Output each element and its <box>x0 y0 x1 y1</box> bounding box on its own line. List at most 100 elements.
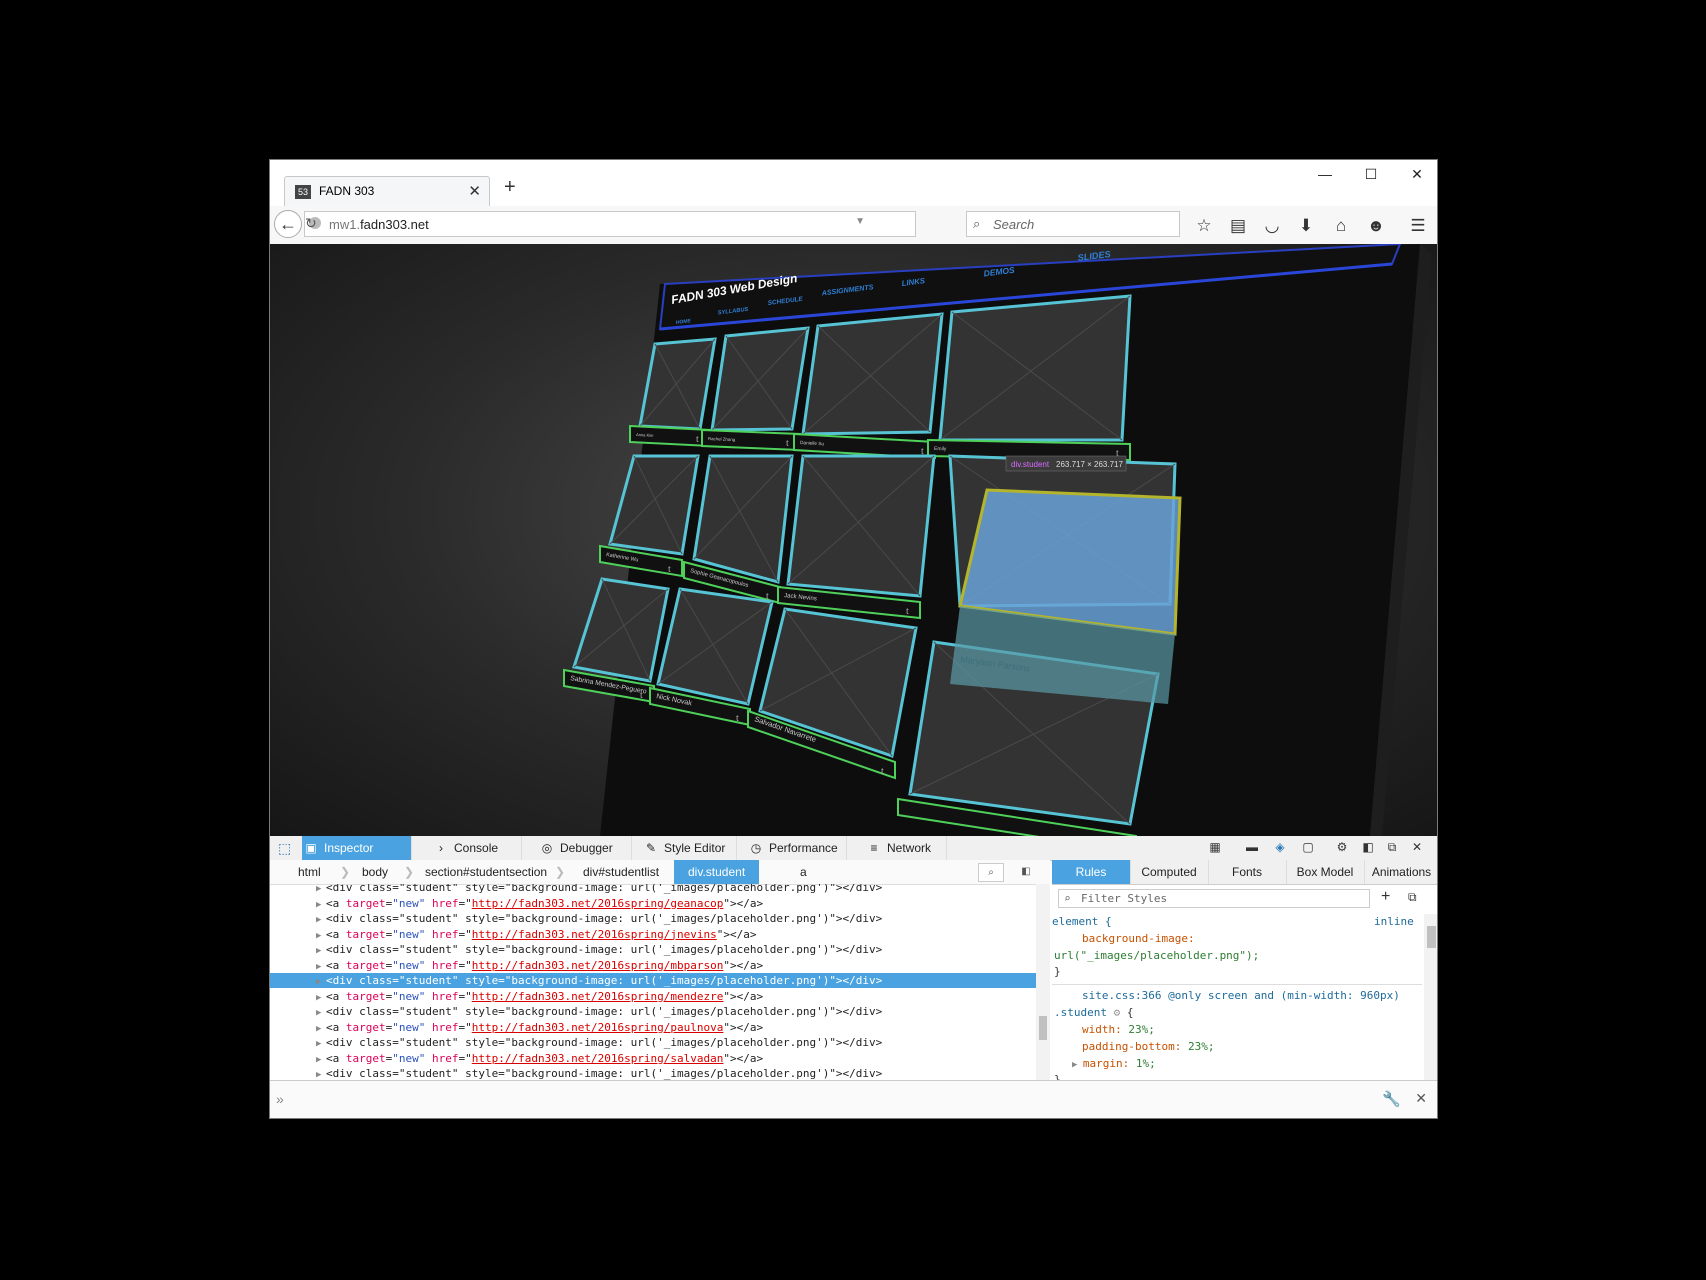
tab-style-editor[interactable]: ✎ Style Editor <box>632 836 737 860</box>
sidebar-tabs: Rules Computed Fonts Box Model Animation… <box>1052 860 1437 885</box>
markup-href-link[interactable]: http://fadn303.net/2016spring/salvadan <box>472 1052 724 1065</box>
home-icon[interactable]: ⌂ <box>1328 216 1354 236</box>
console-close-icon[interactable]: ✕ <box>1415 1090 1427 1107</box>
tab-fonts[interactable]: Fonts <box>1208 860 1287 884</box>
rule-prop-width[interactable]: width: 23%; <box>1082 1022 1155 1038</box>
toggle-sidebar-icon[interactable]: ◧ <box>1014 863 1038 880</box>
reload-icon[interactable]: ↻ <box>305 215 903 231</box>
tab-animations[interactable]: Animations <box>1364 860 1437 884</box>
undock-icon[interactable]: ⧉ <box>1382 840 1402 855</box>
element-picker-icon[interactable]: ⬚ <box>278 840 291 857</box>
breadcrumb-section[interactable]: section#studentsection <box>425 860 547 884</box>
tumblr-icon[interactable]: t <box>881 766 884 777</box>
tooltip-selector: div.student <box>1011 460 1050 469</box>
breadcrumb-div-student[interactable]: div.student <box>674 860 760 884</box>
tab-computed[interactable]: Computed <box>1130 860 1209 884</box>
close-window-button[interactable]: ✕ <box>1397 166 1437 183</box>
settings-gear-icon[interactable]: ⚙ <box>1332 840 1352 854</box>
search-input[interactable]: ⌕ Search <box>966 211 1180 237</box>
page-3d-view[interactable]: FADN 303 Web Design HOME SYLLABUS SCHEDULE… <box>270 244 1437 836</box>
rule-prop-padding-bottom[interactable]: padding-bottom: 23%; <box>1082 1039 1214 1055</box>
tab-box-model[interactable]: Box Model <box>1286 860 1365 884</box>
star-icon[interactable]: ☆ <box>1191 216 1217 236</box>
pseudo-class-icon[interactable]: ⧉ <box>1408 890 1417 905</box>
markup-anchor-line[interactable]: ▶ <a target="new" href="http://fadn303.ne… <box>270 1020 1036 1035</box>
markup-div-line[interactable]: ▶ <div class="student" style="background-… <box>270 973 1036 988</box>
markup-anchor-line[interactable]: ▶ <a target="new" href="http://fadn303.ne… <box>270 1051 1036 1066</box>
markup-href-link[interactable]: http://fadn303.net/2016spring/paulnova <box>472 1021 724 1034</box>
minimize-button[interactable]: — <box>1305 166 1345 182</box>
markup-div-line[interactable]: ▶ <div class="student" style="background-… <box>270 1004 1036 1019</box>
markup-div-line[interactable]: ▶ <div class="student" style="background-… <box>270 911 1036 926</box>
markup-anchor-line[interactable]: ▶ <a target="new" href="http://fadn303.ne… <box>270 896 1036 911</box>
tab-console[interactable]: › Console <box>412 836 522 860</box>
reading-list-icon[interactable]: ▤ <box>1225 216 1251 236</box>
markup-view[interactable]: ▶ <div class="student" style="background-… <box>270 884 1036 1080</box>
back-button[interactable]: ← <box>274 210 302 238</box>
tab-rules[interactable]: Rules <box>1052 860 1131 884</box>
rule-student-selector: .student ⚙ { <box>1054 1006 1134 1019</box>
tumblr-icon[interactable]: t <box>640 690 643 701</box>
wrench-icon[interactable]: 🔧 <box>1382 1090 1401 1108</box>
markup-scroll-thumb[interactable] <box>1039 1016 1047 1040</box>
tab-network[interactable]: ≡ Network <box>847 836 947 860</box>
tab-inspector[interactable]: ▣ Inspector <box>302 836 412 860</box>
tab-debugger[interactable]: ◎ Debugger <box>522 836 632 860</box>
download-icon[interactable]: ⬇ <box>1293 216 1319 236</box>
markup-href-link[interactable]: http://fadn303.net/2016spring/mbparson <box>472 959 724 972</box>
layout-icon[interactable]: ▦ <box>1205 840 1225 854</box>
split-console-icon[interactable]: ▬ <box>1242 840 1262 854</box>
breadcrumb-html[interactable]: html <box>298 860 321 884</box>
add-rule-icon[interactable]: + <box>1381 888 1390 906</box>
rule-bg-value[interactable]: url("_images/placeholder.png"); <box>1054 948 1259 964</box>
markup-href-link[interactable]: http://fadn303.net/2016spring/mendezre <box>472 990 724 1003</box>
dock-side-icon[interactable]: ◧ <box>1358 840 1378 854</box>
emoji-icon[interactable]: ☻ <box>1363 216 1389 236</box>
filter-styles-input[interactable]: ⌕ Filter Styles <box>1058 889 1370 908</box>
maximize-button[interactable]: ☐ <box>1351 166 1391 183</box>
tumblr-icon[interactable]: t <box>668 564 671 575</box>
rule-bg-prop[interactable]: background-image: <box>1082 931 1195 947</box>
url-bar[interactable]: mw1.fadn303.net ▼ ↻ <box>304 211 916 237</box>
rule-media-source[interactable]: site.css:366 @only screen and (min-width… <box>1082 988 1400 1004</box>
markup-href-link[interactable]: http://fadn303.net/2016spring/jnevins <box>472 928 717 941</box>
rules-scrollbar[interactable] <box>1424 914 1437 1080</box>
new-tab-button[interactable]: + <box>504 176 516 199</box>
markup-div-line[interactable]: ▶ <div class="student" style="background-… <box>270 942 1036 957</box>
title-bar: 53 FADN 303 ✕ + — ☐ ✕ <box>270 160 1437 206</box>
tumblr-icon[interactable]: t <box>696 434 699 445</box>
student-tile[interactable] <box>692 454 794 584</box>
rule-prop-margin[interactable]: ▶ margin: 1%; <box>1072 1056 1156 1072</box>
student-tile[interactable] <box>608 454 700 556</box>
breadcrumb-body[interactable]: body <box>362 860 388 884</box>
browser-tab[interactable]: 53 FADN 303 ✕ <box>284 176 490 206</box>
pocket-icon[interactable]: ◡ <box>1259 216 1285 236</box>
student-tile[interactable] <box>572 577 670 683</box>
breadcrumb-studentlist[interactable]: div#studentlist <box>583 860 659 884</box>
breadcrumb-a[interactable]: a <box>800 860 807 884</box>
markup-anchor-line[interactable]: ▶ <a target="new" href="http://fadn303.ne… <box>270 989 1036 1004</box>
expand-twisty-icon[interactable]: ▶ <box>316 1068 326 1080</box>
tumblr-icon[interactable]: t <box>736 713 739 724</box>
markup-scrollbar[interactable] <box>1036 884 1050 1080</box>
3d-view-icon[interactable]: ◈ <box>1270 840 1290 854</box>
rules-scroll-thumb[interactable] <box>1427 926 1436 948</box>
devtools-close-icon[interactable]: ✕ <box>1407 840 1427 854</box>
rule-close: } <box>1054 965 1061 978</box>
menu-icon[interactable]: ☰ <box>1405 216 1431 236</box>
tab-performance[interactable]: ◷ Performance <box>737 836 847 860</box>
tab-close-icon[interactable]: ✕ <box>468 182 481 200</box>
rule-inline-source[interactable]: inline <box>1374 914 1414 930</box>
console-input-bar[interactable]: » 🔧 ✕ <box>270 1080 1437 1118</box>
tumblr-icon[interactable]: t <box>786 438 789 449</box>
markup-div-line[interactable]: ▶ <div class="student" style="background-… <box>270 1035 1036 1050</box>
markup-search-icon[interactable]: ⌕ <box>978 863 1004 882</box>
markup-div-line[interactable]: ▶ <div class="student" style="background-… <box>270 1066 1036 1080</box>
responsive-icon[interactable]: ▢ <box>1298 840 1318 854</box>
markup-href-link[interactable]: http://fadn303.net/2016spring/geanacop <box>472 897 724 910</box>
markup-div-line[interactable]: ▶ <div class="student" style="background-… <box>270 884 1036 895</box>
tumblr-icon[interactable]: t <box>906 606 909 617</box>
markup-anchor-line[interactable]: ▶ <a target="new" href="http://fadn303.ne… <box>270 958 1036 973</box>
markup-anchor-line[interactable]: ▶ <a target="new" href="http://fadn303.ne… <box>270 927 1036 942</box>
console-prompt-icon: » <box>276 1091 284 1107</box>
